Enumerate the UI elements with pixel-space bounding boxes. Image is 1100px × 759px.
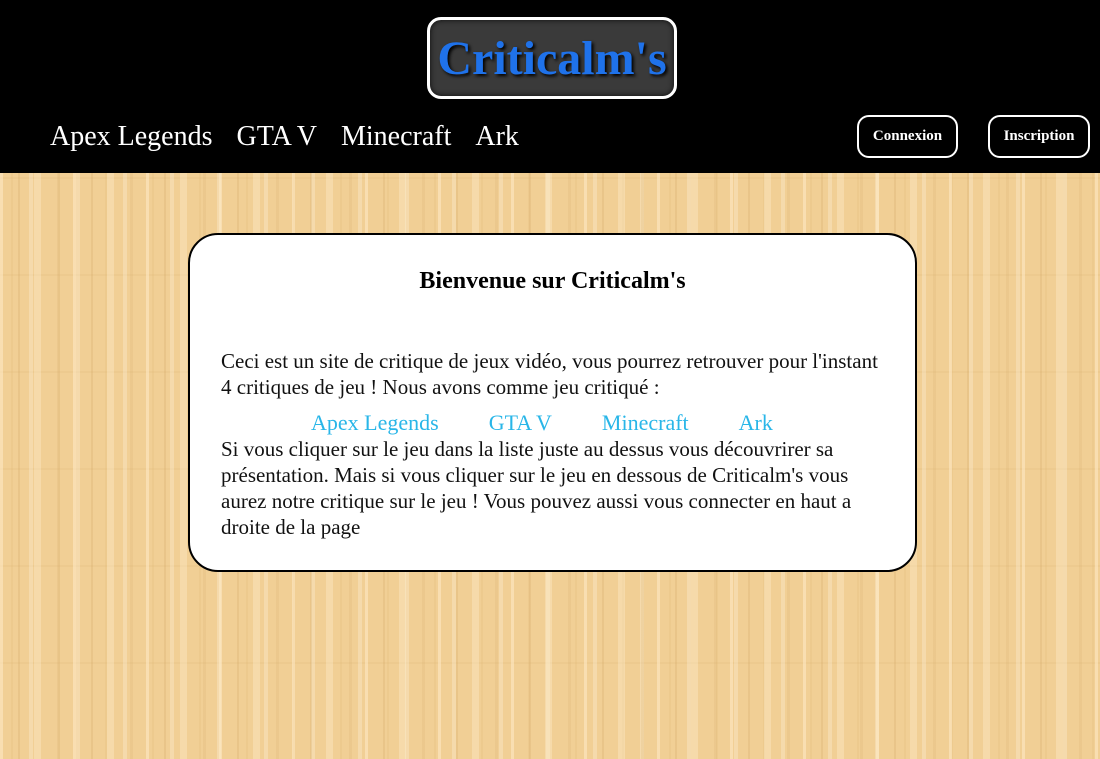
nav-link-minecraft[interactable]: Minecraft (341, 118, 451, 158)
game-link-ark[interactable]: Ark (739, 410, 773, 436)
welcome-card: Bienvenue sur Criticalm's Ceci est un si… (188, 233, 917, 572)
nav-link-ark[interactable]: Ark (475, 118, 519, 158)
login-button[interactable]: Connexion (857, 115, 958, 158)
nav-link-apex-legends[interactable]: Apex Legends (50, 118, 213, 158)
game-link-minecraft[interactable]: Minecraft (602, 410, 689, 436)
site-header: Criticalm's Apex Legends GTA V Minecraft… (0, 0, 1100, 173)
site-logo[interactable]: Criticalm's (427, 17, 677, 99)
game-link-gta-v[interactable]: GTA V (489, 410, 552, 436)
game-link-apex-legends[interactable]: Apex Legends (311, 410, 439, 436)
welcome-title: Bienvenue sur Criticalm's (419, 268, 686, 294)
main-nav: Apex Legends GTA V Minecraft Ark (50, 118, 519, 158)
nav-link-gta-v[interactable]: GTA V (237, 118, 317, 158)
outro-text: Si vous cliquer sur le jeu dans la liste… (221, 437, 852, 539)
intro-text: Ceci est un site de critique de jeux vid… (221, 349, 878, 399)
game-links-list: Apex Legends GTA V Minecraft Ark (311, 410, 773, 436)
signup-button[interactable]: Inscription (988, 115, 1090, 158)
